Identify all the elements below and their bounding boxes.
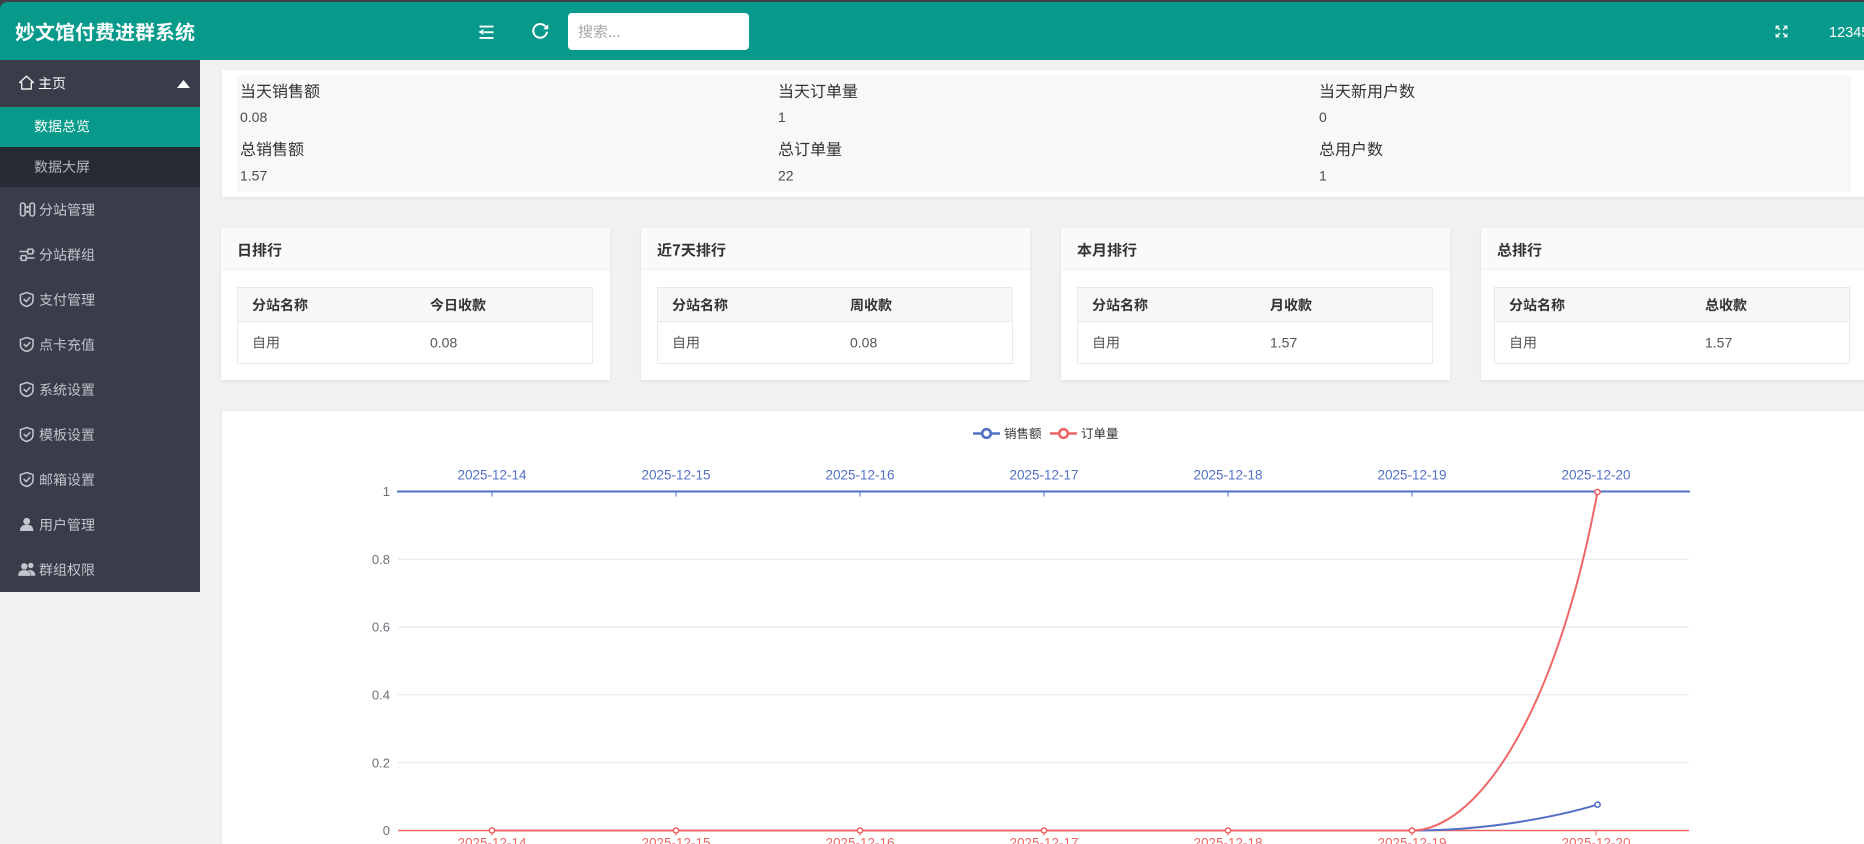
svg-text:2025-12-16: 2025-12-16 xyxy=(825,468,894,483)
svg-text:22: 22 xyxy=(778,168,794,184)
svg-text:2025-12-17: 2025-12-17 xyxy=(1009,468,1078,483)
svg-text:1: 1 xyxy=(778,109,786,125)
svg-text:2025-12-15: 2025-12-15 xyxy=(641,836,710,844)
svg-text:1.57: 1.57 xyxy=(1270,335,1297,351)
svg-text:0.08: 0.08 xyxy=(240,109,267,125)
svg-text:2025-12-18: 2025-12-18 xyxy=(1193,468,1262,483)
svg-text:123456: 123456 xyxy=(1829,25,1864,41)
svg-text:2025-12-14: 2025-12-14 xyxy=(457,468,527,483)
svg-text:2025-12-19: 2025-12-19 xyxy=(1377,468,1446,483)
svg-text:2025-12-16: 2025-12-16 xyxy=(825,836,894,844)
svg-text:0.2: 0.2 xyxy=(372,755,390,770)
svg-text:0.08: 0.08 xyxy=(430,335,457,351)
svg-text:2025-12-19: 2025-12-19 xyxy=(1377,836,1446,844)
svg-text:0.8: 0.8 xyxy=(372,552,390,567)
svg-text:0.6: 0.6 xyxy=(372,620,390,635)
svg-text:2025-12-17: 2025-12-17 xyxy=(1009,836,1078,844)
svg-text:0.08: 0.08 xyxy=(850,335,877,351)
svg-text:1.57: 1.57 xyxy=(240,168,267,184)
svg-text:1: 1 xyxy=(1319,168,1327,184)
svg-text:1: 1 xyxy=(383,484,390,499)
svg-text:2025-12-14: 2025-12-14 xyxy=(457,836,527,844)
svg-text:2025-12-20: 2025-12-20 xyxy=(1561,836,1630,844)
svg-text:1.57: 1.57 xyxy=(1705,335,1732,351)
svg-text:0: 0 xyxy=(1319,109,1327,125)
svg-text:0.4: 0.4 xyxy=(372,688,390,703)
svg-text:2025-12-18: 2025-12-18 xyxy=(1193,836,1262,844)
svg-text:0: 0 xyxy=(383,823,390,838)
svg-text:2025-12-15: 2025-12-15 xyxy=(641,468,710,483)
svg-text:2025-12-20: 2025-12-20 xyxy=(1561,468,1630,483)
